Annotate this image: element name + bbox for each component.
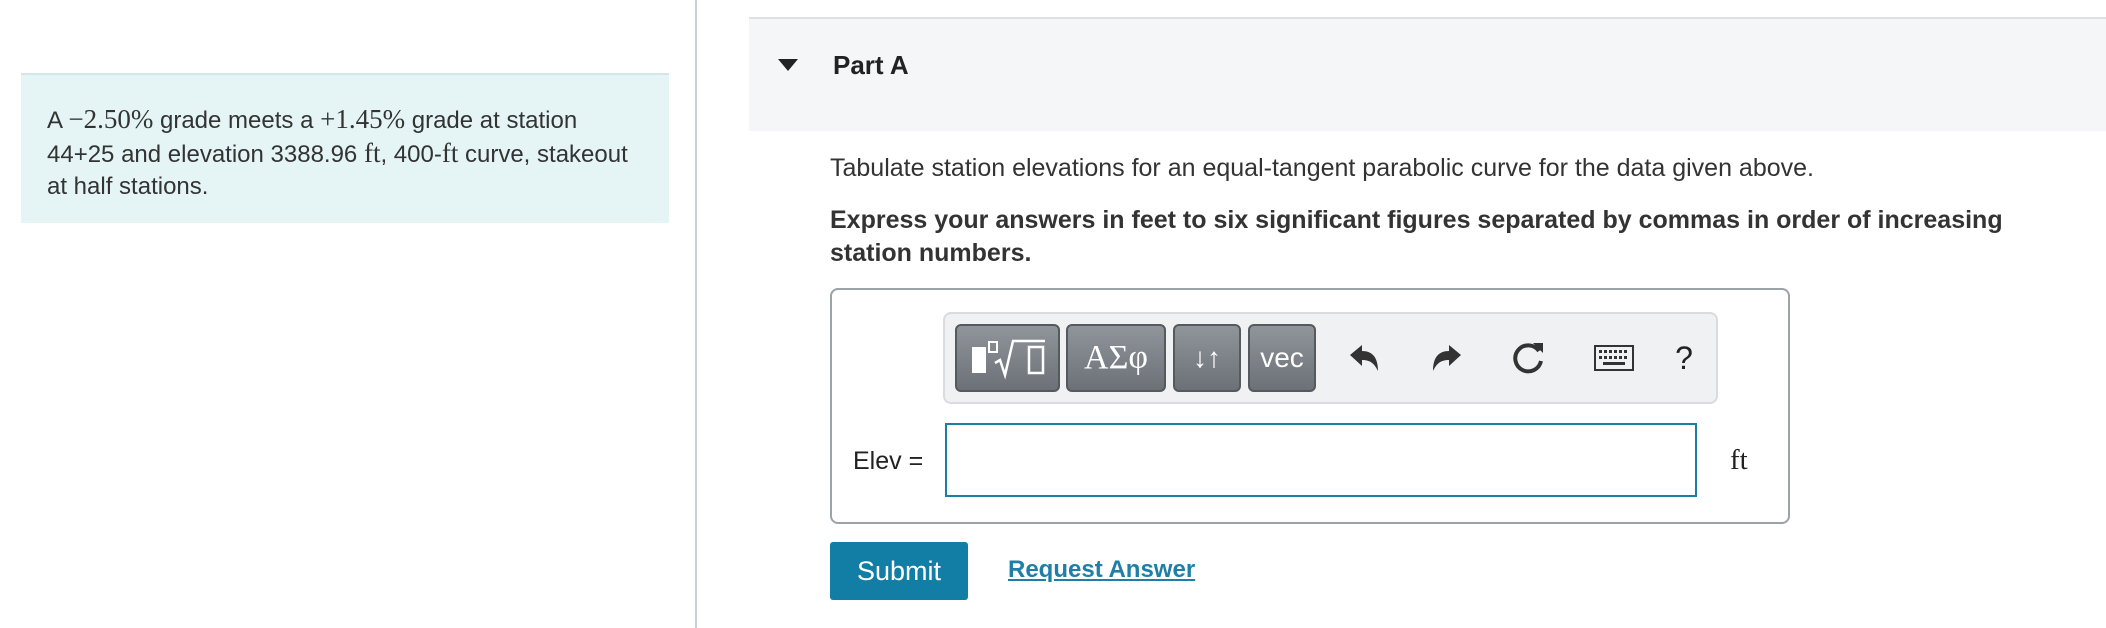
- question-instruction: Express your answers in feet to six sign…: [830, 206, 2003, 267]
- reset-icon: [1513, 343, 1543, 374]
- greek-symbols-button[interactable]: ΑΣφ: [1066, 324, 1166, 392]
- problem-panel: A −2.50% grade meets a +1.45% grade at s…: [0, 0, 695, 628]
- elev-label: Elev =: [853, 447, 924, 475]
- redo-icon: [1433, 345, 1461, 371]
- collapse-caret-icon[interactable]: [778, 59, 798, 71]
- redo-button[interactable]: [1418, 330, 1474, 386]
- problem-statement: A −2.50% grade meets a +1.45% grade at s…: [21, 73, 669, 223]
- unit-ft: ft: [363, 138, 381, 168]
- reset-button[interactable]: [1500, 330, 1556, 386]
- templates-button[interactable]: [955, 324, 1060, 392]
- templates-icon: [971, 339, 1045, 380]
- grade-out: +1.45%: [320, 104, 406, 134]
- panel-divider: [695, 0, 697, 628]
- unit-label: ft: [1730, 444, 1748, 476]
- problem-text: , 400-: [380, 141, 442, 168]
- request-answer-link[interactable]: Request Answer: [1008, 556, 1195, 584]
- math-toolbar: ΑΣφ ↓↑ vec ?: [943, 312, 1718, 404]
- problem-text: grade meets a: [153, 107, 321, 134]
- question-prompt: Tabulate station elevations for an equal…: [830, 154, 1814, 182]
- answer-box: ΑΣφ ↓↑ vec ? Elev = ft: [830, 288, 1790, 524]
- problem-text: A: [47, 107, 69, 134]
- help-button[interactable]: ?: [1656, 330, 1712, 386]
- part-header[interactable]: Part A: [749, 17, 2106, 131]
- elev-answer-input[interactable]: [945, 423, 1697, 497]
- keyboard-button[interactable]: [1586, 330, 1642, 386]
- undo-button[interactable]: [1337, 330, 1393, 386]
- part-title: Part A: [833, 50, 909, 80]
- grade-in: −2.50%: [68, 104, 154, 134]
- vector-button[interactable]: vec: [1248, 324, 1316, 392]
- undo-icon: [1350, 345, 1378, 371]
- keyboard-icon: [1594, 345, 1634, 371]
- submit-button[interactable]: Submit: [830, 542, 968, 600]
- unit-ft: ft: [441, 138, 459, 168]
- arrows-button[interactable]: ↓↑: [1173, 324, 1241, 392]
